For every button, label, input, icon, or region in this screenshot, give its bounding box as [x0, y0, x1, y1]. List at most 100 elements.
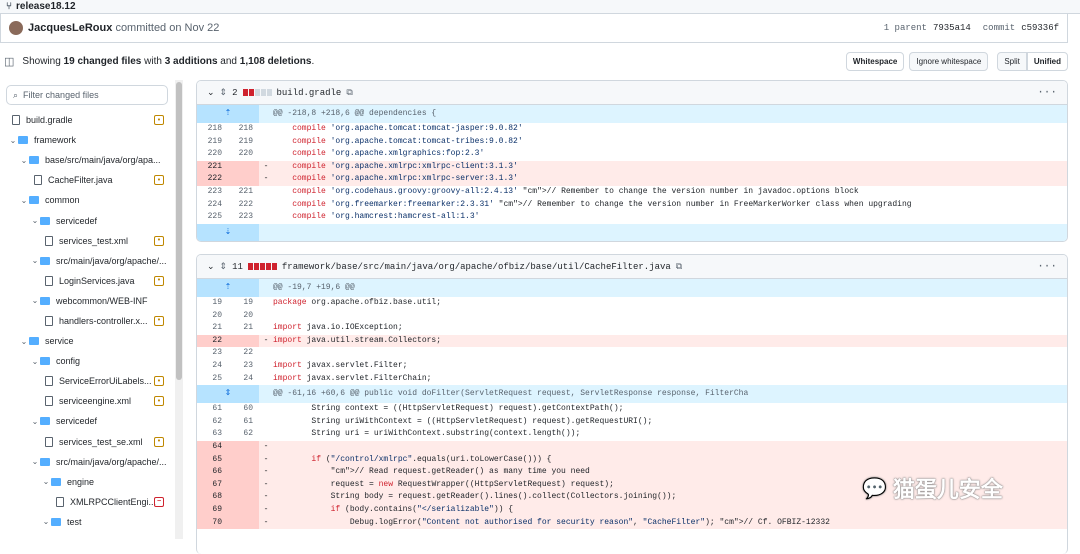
old-line-number[interactable]: 64 [197, 440, 228, 454]
old-line-number[interactable]: 220 [197, 148, 228, 161]
old-line-number[interactable]: 61 [197, 403, 228, 416]
old-line-number[interactable]: 24 [197, 360, 228, 373]
old-line-number[interactable]: 23 [197, 347, 228, 360]
chevron-down-icon[interactable]: ⌄ [30, 216, 40, 225]
new-line-number[interactable] [228, 491, 259, 504]
avatar[interactable] [9, 21, 23, 35]
new-line-number[interactable] [228, 478, 259, 492]
parent-hash[interactable]: 7935a14 [933, 23, 971, 33]
file-tree-item[interactable]: ServiceErrorUiLabels... • [0, 371, 170, 391]
collapse-chevron-icon[interactable]: ⌄ [207, 262, 215, 272]
old-line-number[interactable]: 70 [197, 516, 228, 530]
file-tree-item[interactable]: build.gradle • [0, 110, 170, 130]
chevron-down-icon[interactable]: ⌄ [30, 296, 40, 305]
file-tree-item[interactable]: LoginServices.java • [0, 271, 170, 291]
file-name[interactable]: framework/base/src/main/java/org/apache/… [282, 262, 671, 272]
old-line-number[interactable]: 68 [197, 491, 228, 504]
file-tree-item[interactable]: ⌄ test [0, 512, 170, 532]
new-line-number[interactable]: 221 [228, 186, 259, 199]
file-tree-item[interactable]: ⌄ src/main/java/org/apache/... [0, 251, 170, 271]
file-tree-item[interactable]: services_test.xml • [0, 231, 170, 251]
new-line-number[interactable]: 19 [228, 297, 259, 310]
old-line-number[interactable]: 225 [197, 211, 228, 224]
chevron-down-icon[interactable]: ⌄ [30, 457, 40, 466]
new-line-number[interactable]: 60 [228, 403, 259, 416]
new-line-number[interactable] [228, 503, 259, 517]
old-line-number[interactable]: 221 [197, 160, 228, 174]
new-line-number[interactable]: 24 [228, 373, 259, 386]
file-tree-item[interactable]: ⌄ common [0, 190, 170, 210]
old-line-number[interactable]: 21 [197, 322, 228, 335]
chevron-down-icon[interactable]: ⌄ [30, 357, 40, 366]
split-button[interactable]: Split [997, 51, 1027, 71]
file-tree-item[interactable]: ⌄ webcommon/WEB-INF [0, 291, 170, 311]
new-line-number[interactable]: 22 [228, 347, 259, 360]
new-line-number[interactable]: 20 [228, 310, 259, 323]
more-options-icon[interactable]: ··· [1037, 87, 1057, 99]
new-line-number[interactable]: 21 [228, 322, 259, 335]
old-line-number[interactable]: 219 [197, 136, 228, 149]
chevron-down-icon[interactable]: ⌄ [30, 256, 40, 265]
file-tree-item[interactable]: ⌄ servicedef [0, 210, 170, 230]
expand-down-icon[interactable]: ⇣ [197, 223, 259, 241]
old-line-number[interactable]: 65 [197, 453, 228, 467]
branch-name[interactable]: release18.12 [16, 1, 76, 12]
new-line-number[interactable] [228, 173, 259, 186]
new-line-number[interactable]: 62 [228, 428, 259, 441]
chevron-down-icon[interactable]: ⌄ [41, 517, 51, 526]
file-tree-item[interactable]: services_test_se.xml • [0, 432, 170, 452]
chevron-down-icon[interactable]: ⌄ [19, 196, 29, 205]
collapse-chevron-icon[interactable]: ⌄ [207, 88, 215, 98]
file-tree-item[interactable]: ⌄ src/main/java/org/apache/... [0, 452, 170, 472]
old-line-number[interactable]: 222 [197, 173, 228, 186]
sidebar-scrollbar[interactable] [175, 80, 183, 539]
more-options-icon[interactable]: ··· [1037, 261, 1057, 273]
old-line-number[interactable]: 19 [197, 297, 228, 310]
new-line-number[interactable] [228, 453, 259, 467]
file-tree-item[interactable]: handlers-controller.x... • [0, 311, 170, 331]
new-line-number[interactable]: 220 [228, 148, 259, 161]
old-line-number[interactable]: 67 [197, 478, 228, 492]
file-name[interactable]: build.gradle [277, 88, 342, 98]
new-line-number[interactable]: 219 [228, 136, 259, 149]
new-line-number[interactable] [228, 440, 259, 454]
new-line-number[interactable]: 218 [228, 123, 259, 136]
old-line-number[interactable]: 22 [197, 334, 228, 348]
old-line-number[interactable]: 69 [197, 503, 228, 517]
expand-up-icon[interactable]: ⇡ [197, 279, 259, 297]
file-tree-item[interactable]: ⌄ service [0, 331, 170, 351]
new-line-number[interactable]: 61 [228, 416, 259, 429]
old-line-number[interactable]: 66 [197, 466, 228, 479]
old-line-number[interactable]: 223 [197, 186, 228, 199]
old-line-number[interactable]: 62 [197, 416, 228, 429]
chevron-down-icon[interactable]: ⌄ [19, 337, 29, 346]
file-tree-item[interactable]: ⌄ config [0, 351, 170, 371]
old-line-number[interactable]: 224 [197, 199, 228, 212]
unified-button[interactable]: Unified [1026, 51, 1068, 71]
new-line-number[interactable] [228, 516, 259, 530]
expand-icon[interactable]: ⇕ [220, 88, 228, 98]
new-line-number[interactable] [228, 334, 259, 348]
old-line-number[interactable]: 25 [197, 373, 228, 386]
filter-files-input[interactable]: ⌕ Filter changed files [6, 85, 168, 105]
copy-icon[interactable]: ⧉ [346, 88, 352, 98]
file-tree-item[interactable]: ⌄ framework [0, 130, 170, 150]
file-tree-item[interactable]: ⌄ servicedef [0, 411, 170, 431]
expand-both-icon[interactable]: ⇕ [197, 385, 259, 404]
new-line-number[interactable]: 23 [228, 360, 259, 373]
file-tree-item[interactable]: CacheFilter.java • [0, 170, 170, 190]
new-line-number[interactable]: 222 [228, 199, 259, 212]
chevron-down-icon[interactable]: ⌄ [41, 477, 51, 486]
new-line-number[interactable]: 223 [228, 211, 259, 224]
scrollbar-thumb[interactable] [176, 82, 182, 380]
expand-up-icon[interactable]: ⇡ [197, 105, 259, 123]
chevron-down-icon[interactable]: ⌄ [8, 136, 18, 145]
old-line-number[interactable]: 63 [197, 428, 228, 441]
file-tree-item[interactable]: XMLRPCClientEngi... − [0, 492, 170, 512]
chevron-down-icon[interactable]: ⌄ [19, 156, 29, 165]
commit-author[interactable]: JacquesLeRoux [28, 22, 112, 34]
expand-icon[interactable]: ⇕ [220, 262, 228, 272]
ignore-whitespace-button[interactable]: Ignore whitespace [909, 51, 989, 71]
new-line-number[interactable] [228, 160, 259, 174]
chevron-down-icon[interactable]: ⌄ [30, 417, 40, 426]
